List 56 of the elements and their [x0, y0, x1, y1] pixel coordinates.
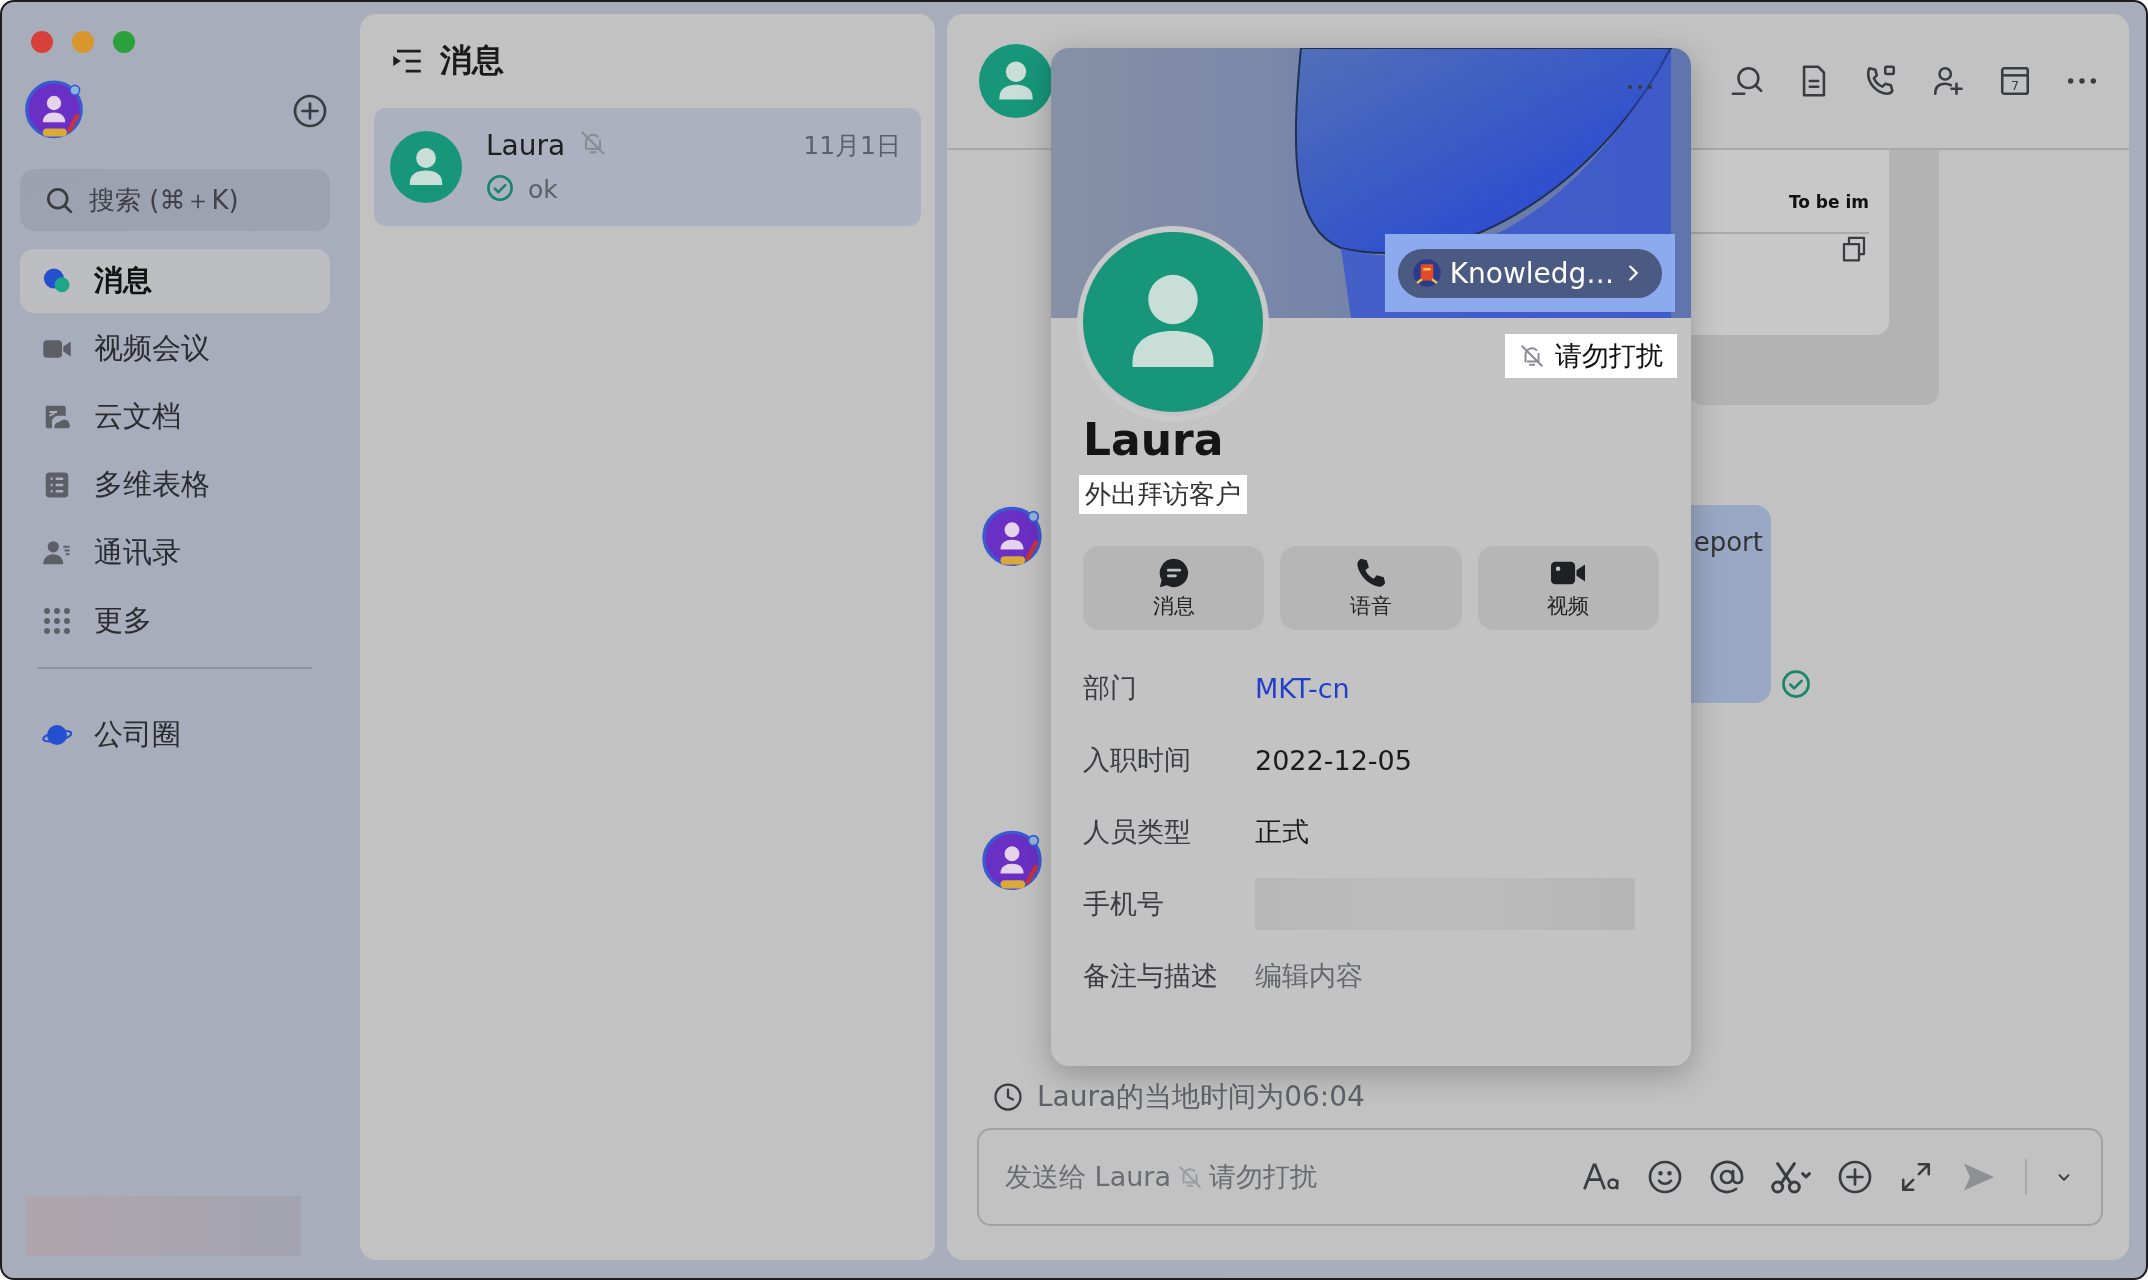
field-label: 人员类型	[1083, 815, 1192, 849]
avatar-icon	[390, 131, 462, 203]
sidebar-item[interactable]: 云文档	[20, 385, 330, 449]
field-label: 手机号	[1083, 887, 1165, 921]
field-label: 部门	[1083, 671, 1138, 705]
message-preview: ok	[528, 175, 558, 204]
badge-chip[interactable]: Knowledg…	[1397, 248, 1663, 298]
avatar-icon	[979, 44, 1053, 118]
sidebar-item[interactable]: 视频会议	[20, 317, 330, 381]
avatar-icon	[1083, 232, 1263, 412]
book-badge-icon	[1411, 258, 1442, 288]
clock-icon[interactable]	[993, 1082, 1023, 1112]
mention-icon[interactable]	[1709, 1159, 1745, 1195]
add-icon[interactable]	[1837, 1159, 1873, 1195]
message-time: 11月1日	[803, 129, 901, 162]
field-link[interactable]: MKT-cn	[1255, 672, 1350, 704]
input-placeholder: 请勿打扰	[1208, 1160, 1317, 1194]
message-bubble: eport	[1691, 505, 1771, 703]
status-tag: 请勿打扰	[1505, 334, 1677, 378]
search-field[interactable]: 搜索 (⌘＋K)	[20, 169, 330, 231]
search-icon[interactable]	[44, 185, 74, 215]
muted-bell-icon	[579, 129, 608, 157]
field-value: 2022-12-05	[1255, 744, 1412, 776]
profile-name: Laura	[1082, 413, 1225, 465]
local-time-note: Laura的当地时间为06:04	[1037, 1079, 1365, 1115]
field-label: 备注与描述	[1083, 959, 1219, 993]
muted-bell-icon	[1176, 1164, 1203, 1190]
sidebar-item[interactable]: 消息	[20, 249, 330, 313]
sidebar-item[interactable]: 多维表格	[20, 453, 330, 517]
list-collapse-icon[interactable]	[392, 48, 422, 74]
conversation-item[interactable]: Laura 11月1日 ok	[374, 108, 921, 226]
input-placeholder: 发送给 Laura	[1005, 1160, 1171, 1194]
read-check-icon	[486, 173, 514, 202]
expand-icon[interactable]	[1899, 1160, 1933, 1194]
contact-name: Laura	[486, 128, 566, 162]
field-label: 入职时间	[1083, 743, 1192, 777]
edit-field[interactable]: 编辑内容	[1255, 958, 1363, 994]
search-icon[interactable]	[1730, 64, 1764, 98]
field-value: 正式	[1255, 815, 1309, 849]
emoji-icon[interactable]	[1647, 1159, 1683, 1195]
sidebar-item[interactable]: 通讯录	[20, 521, 330, 585]
calendar-icon[interactable]: 7	[1998, 64, 2032, 98]
video-call-icon[interactable]	[1864, 64, 1898, 98]
add-person-icon[interactable]	[1931, 64, 1965, 98]
status-text: 外出拜访客户	[1079, 475, 1247, 514]
panel-title: 消息	[440, 40, 504, 81]
action-button[interactable]: 语音	[1280, 546, 1462, 630]
grid-dots-icon	[42, 606, 72, 636]
add-icon[interactable]	[292, 93, 328, 129]
sidebar-item[interactable]: 更多	[20, 589, 330, 653]
action-button[interactable]: 消息	[1083, 546, 1265, 630]
phone-icon	[1354, 556, 1388, 590]
read-check-icon	[1781, 669, 1811, 699]
sidebar-item[interactable]: 公司圈	[20, 703, 330, 767]
muted-bell-icon	[1519, 343, 1545, 369]
action-button[interactable]: 视频	[1477, 546, 1659, 630]
